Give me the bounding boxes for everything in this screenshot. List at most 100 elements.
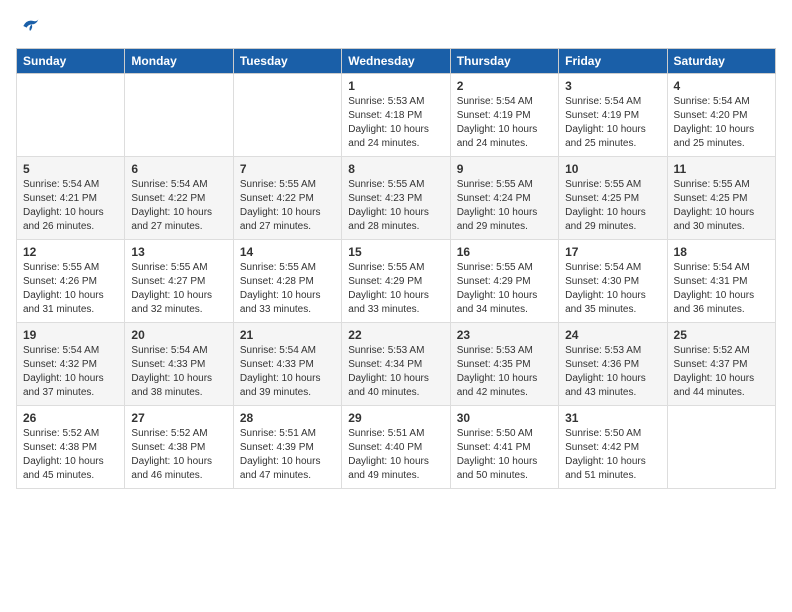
- calendar-cell: [667, 406, 775, 489]
- day-info: Sunrise: 5:55 AM Sunset: 4:28 PM Dayligh…: [240, 261, 335, 317]
- day-info: Sunrise: 5:55 AM Sunset: 4:25 PM Dayligh…: [565, 178, 660, 234]
- day-number: 15: [348, 245, 443, 259]
- calendar-cell: 21 Sunrise: 5:54 AM Sunset: 4:33 PM Dayli…: [233, 323, 341, 406]
- day-number: 14: [240, 245, 335, 259]
- day-number: 7: [240, 162, 335, 176]
- day-number: 26: [23, 411, 118, 425]
- day-info: Sunrise: 5:50 AM Sunset: 4:41 PM Dayligh…: [457, 427, 552, 483]
- day-info: Sunrise: 5:54 AM Sunset: 4:19 PM Dayligh…: [457, 95, 552, 151]
- day-number: 10: [565, 162, 660, 176]
- calendar-week-row: 1Sunrise: 5:53 AM Sunset: 4:18 PM Daylig…: [17, 74, 776, 157]
- day-info: Sunrise: 5:54 AM Sunset: 4:19 PM Dayligh…: [565, 95, 660, 151]
- calendar-table: SundayMondayTuesdayWednesdayThursdayFrid…: [16, 48, 776, 489]
- day-info: Sunrise: 5:55 AM Sunset: 4:29 PM Dayligh…: [457, 261, 552, 317]
- calendar-cell: 12 Sunrise: 5:55 AM Sunset: 4:26 PM Dayli…: [17, 240, 125, 323]
- day-number: 16: [457, 245, 552, 259]
- calendar-week-row: 12 Sunrise: 5:55 AM Sunset: 4:26 PM Dayli…: [17, 240, 776, 323]
- day-info: Sunrise: 5:53 AM Sunset: 4:34 PM Dayligh…: [348, 344, 443, 400]
- day-number: 3: [565, 79, 660, 93]
- day-info: Sunrise: 5:54 AM Sunset: 4:20 PM Dayligh…: [674, 95, 769, 151]
- day-info: Sunrise: 5:54 AM Sunset: 4:32 PM Dayligh…: [23, 344, 118, 400]
- weekday-header: Friday: [559, 49, 667, 74]
- day-number: 17: [565, 245, 660, 259]
- day-number: 9: [457, 162, 552, 176]
- day-number: 20: [131, 328, 226, 342]
- calendar-cell: 6 Sunrise: 5:54 AM Sunset: 4:22 PM Daylig…: [125, 157, 233, 240]
- calendar-cell: 15 Sunrise: 5:55 AM Sunset: 4:29 PM Dayli…: [342, 240, 450, 323]
- day-info: Sunrise: 5:55 AM Sunset: 4:22 PM Dayligh…: [240, 178, 335, 234]
- day-number: 5: [23, 162, 118, 176]
- logo: [16, 16, 42, 36]
- day-info: Sunrise: 5:55 AM Sunset: 4:26 PM Dayligh…: [23, 261, 118, 317]
- day-info: Sunrise: 5:52 AM Sunset: 4:38 PM Dayligh…: [23, 427, 118, 483]
- calendar-cell: 19 Sunrise: 5:54 AM Sunset: 4:32 PM Dayli…: [17, 323, 125, 406]
- day-number: 30: [457, 411, 552, 425]
- day-number: 21: [240, 328, 335, 342]
- calendar-cell: 20 Sunrise: 5:54 AM Sunset: 4:33 PM Dayli…: [125, 323, 233, 406]
- weekday-header: Monday: [125, 49, 233, 74]
- calendar-cell: 24 Sunrise: 5:53 AM Sunset: 4:36 PM Dayli…: [559, 323, 667, 406]
- calendar-cell: 17 Sunrise: 5:54 AM Sunset: 4:30 PM Dayli…: [559, 240, 667, 323]
- day-info: Sunrise: 5:54 AM Sunset: 4:22 PM Dayligh…: [131, 178, 226, 234]
- calendar-cell: 3 Sunrise: 5:54 AM Sunset: 4:19 PM Daylig…: [559, 74, 667, 157]
- calendar-cell: 13 Sunrise: 5:55 AM Sunset: 4:27 PM Dayli…: [125, 240, 233, 323]
- day-info: Sunrise: 5:54 AM Sunset: 4:33 PM Dayligh…: [131, 344, 226, 400]
- day-number: 24: [565, 328, 660, 342]
- day-info: Sunrise: 5:55 AM Sunset: 4:23 PM Dayligh…: [348, 178, 443, 234]
- calendar-cell: 28 Sunrise: 5:51 AM Sunset: 4:39 PM Dayli…: [233, 406, 341, 489]
- day-number: 1: [348, 79, 443, 93]
- day-number: 27: [131, 411, 226, 425]
- day-info: Sunrise: 5:54 AM Sunset: 4:21 PM Dayligh…: [23, 178, 118, 234]
- calendar-cell: 10 Sunrise: 5:55 AM Sunset: 4:25 PM Dayli…: [559, 157, 667, 240]
- day-info: Sunrise: 5:55 AM Sunset: 4:27 PM Dayligh…: [131, 261, 226, 317]
- calendar-cell: 27 Sunrise: 5:52 AM Sunset: 4:38 PM Dayli…: [125, 406, 233, 489]
- calendar-cell: 9Sunrise: 5:55 AM Sunset: 4:24 PM Daylig…: [450, 157, 558, 240]
- day-info: Sunrise: 5:53 AM Sunset: 4:35 PM Dayligh…: [457, 344, 552, 400]
- calendar-week-row: 26 Sunrise: 5:52 AM Sunset: 4:38 PM Dayli…: [17, 406, 776, 489]
- day-info: Sunrise: 5:54 AM Sunset: 4:33 PM Dayligh…: [240, 344, 335, 400]
- calendar-cell: 4Sunrise: 5:54 AM Sunset: 4:20 PM Daylig…: [667, 74, 775, 157]
- calendar-cell: 29 Sunrise: 5:51 AM Sunset: 4:40 PM Dayli…: [342, 406, 450, 489]
- calendar-cell: 11Sunrise: 5:55 AM Sunset: 4:25 PM Dayli…: [667, 157, 775, 240]
- day-number: 31: [565, 411, 660, 425]
- header: [16, 16, 776, 36]
- day-number: 25: [674, 328, 769, 342]
- day-number: 28: [240, 411, 335, 425]
- logo-bird-icon: [20, 16, 40, 36]
- calendar-cell: 16 Sunrise: 5:55 AM Sunset: 4:29 PM Dayli…: [450, 240, 558, 323]
- calendar-cell: [125, 74, 233, 157]
- weekday-header: Wednesday: [342, 49, 450, 74]
- day-number: 8: [348, 162, 443, 176]
- calendar-cell: 14 Sunrise: 5:55 AM Sunset: 4:28 PM Dayli…: [233, 240, 341, 323]
- calendar-week-row: 19 Sunrise: 5:54 AM Sunset: 4:32 PM Dayli…: [17, 323, 776, 406]
- calendar-cell: 23 Sunrise: 5:53 AM Sunset: 4:35 PM Dayli…: [450, 323, 558, 406]
- day-number: 22: [348, 328, 443, 342]
- day-number: 6: [131, 162, 226, 176]
- calendar-cell: 25 Sunrise: 5:52 AM Sunset: 4:37 PM Dayli…: [667, 323, 775, 406]
- day-info: Sunrise: 5:53 AM Sunset: 4:36 PM Dayligh…: [565, 344, 660, 400]
- day-info: Sunrise: 5:54 AM Sunset: 4:30 PM Dayligh…: [565, 261, 660, 317]
- calendar-cell: 8 Sunrise: 5:55 AM Sunset: 4:23 PM Daylig…: [342, 157, 450, 240]
- calendar-cell: 18Sunrise: 5:54 AM Sunset: 4:31 PM Dayli…: [667, 240, 775, 323]
- day-info: Sunrise: 5:54 AM Sunset: 4:31 PM Dayligh…: [674, 261, 769, 317]
- calendar-cell: [17, 74, 125, 157]
- day-number: 19: [23, 328, 118, 342]
- calendar-cell: 26 Sunrise: 5:52 AM Sunset: 4:38 PM Dayli…: [17, 406, 125, 489]
- day-info: Sunrise: 5:51 AM Sunset: 4:40 PM Dayligh…: [348, 427, 443, 483]
- weekday-header: Sunday: [17, 49, 125, 74]
- day-info: Sunrise: 5:51 AM Sunset: 4:39 PM Dayligh…: [240, 427, 335, 483]
- day-number: 29: [348, 411, 443, 425]
- day-info: Sunrise: 5:52 AM Sunset: 4:37 PM Dayligh…: [674, 344, 769, 400]
- calendar-header-row: SundayMondayTuesdayWednesdayThursdayFrid…: [17, 49, 776, 74]
- calendar-cell: 22 Sunrise: 5:53 AM Sunset: 4:34 PM Dayli…: [342, 323, 450, 406]
- day-info: Sunrise: 5:55 AM Sunset: 4:29 PM Dayligh…: [348, 261, 443, 317]
- calendar-week-row: 5 Sunrise: 5:54 AM Sunset: 4:21 PM Daylig…: [17, 157, 776, 240]
- day-info: Sunrise: 5:50 AM Sunset: 4:42 PM Dayligh…: [565, 427, 660, 483]
- day-number: 12: [23, 245, 118, 259]
- calendar-cell: 2 Sunrise: 5:54 AM Sunset: 4:19 PM Daylig…: [450, 74, 558, 157]
- day-number: 11: [674, 162, 769, 176]
- day-info: Sunrise: 5:52 AM Sunset: 4:38 PM Dayligh…: [131, 427, 226, 483]
- day-number: 23: [457, 328, 552, 342]
- day-number: 2: [457, 79, 552, 93]
- day-number: 13: [131, 245, 226, 259]
